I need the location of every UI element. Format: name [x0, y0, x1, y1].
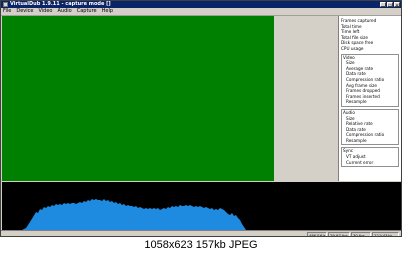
sync-group: Sync VT adjust Current error	[341, 147, 399, 168]
image-caption: 1058x623 157kb JPEG	[0, 237, 402, 253]
window-controls: _ □ ×	[380, 2, 400, 7]
menu-help[interactable]: Help	[102, 8, 113, 15]
status-bar: 48K/16/s 29.97 fps 30 fps 221(43)/s	[1, 230, 401, 236]
title-bar[interactable]: VirtualDub 1.9.11 - capture mode [] _ □ …	[1, 1, 401, 8]
audio-group: Audio Size Relative rate Data rate Compr…	[341, 108, 399, 146]
menu-file[interactable]: File	[3, 8, 11, 15]
audio-resample: Resample	[346, 137, 367, 143]
menu-audio[interactable]: Audio	[58, 8, 72, 15]
preview-padding	[274, 16, 338, 181]
audio-waveform	[22, 199, 246, 230]
menu-video[interactable]: Video	[38, 8, 52, 15]
capture-window: VirtualDub 1.9.11 - capture mode [] _ □ …	[0, 0, 402, 237]
app-icon	[3, 2, 8, 7]
menu-bar: File Device Video Audio Capture Help	[1, 8, 401, 16]
video-preview[interactable]	[2, 16, 274, 181]
sync-current-error: Current error	[346, 159, 374, 165]
window-title: VirtualDub 1.9.11 - capture mode []	[10, 1, 111, 7]
capture-status-panel: Frames captured Total time Time left Tot…	[338, 16, 401, 181]
video-group: Video Size Average rate Data rate Compre…	[341, 53, 399, 107]
waveform-graph	[22, 199, 246, 230]
video-resample: Resample	[346, 99, 367, 105]
audio-waveform-display	[2, 182, 401, 230]
maximize-button[interactable]: □	[387, 2, 393, 7]
menu-capture[interactable]: Capture	[77, 8, 97, 15]
close-button[interactable]: ×	[394, 2, 400, 7]
menu-device[interactable]: Device	[16, 8, 33, 15]
stat-cpu-usage: CPU usage	[341, 45, 364, 51]
minimize-button[interactable]: _	[380, 2, 386, 7]
